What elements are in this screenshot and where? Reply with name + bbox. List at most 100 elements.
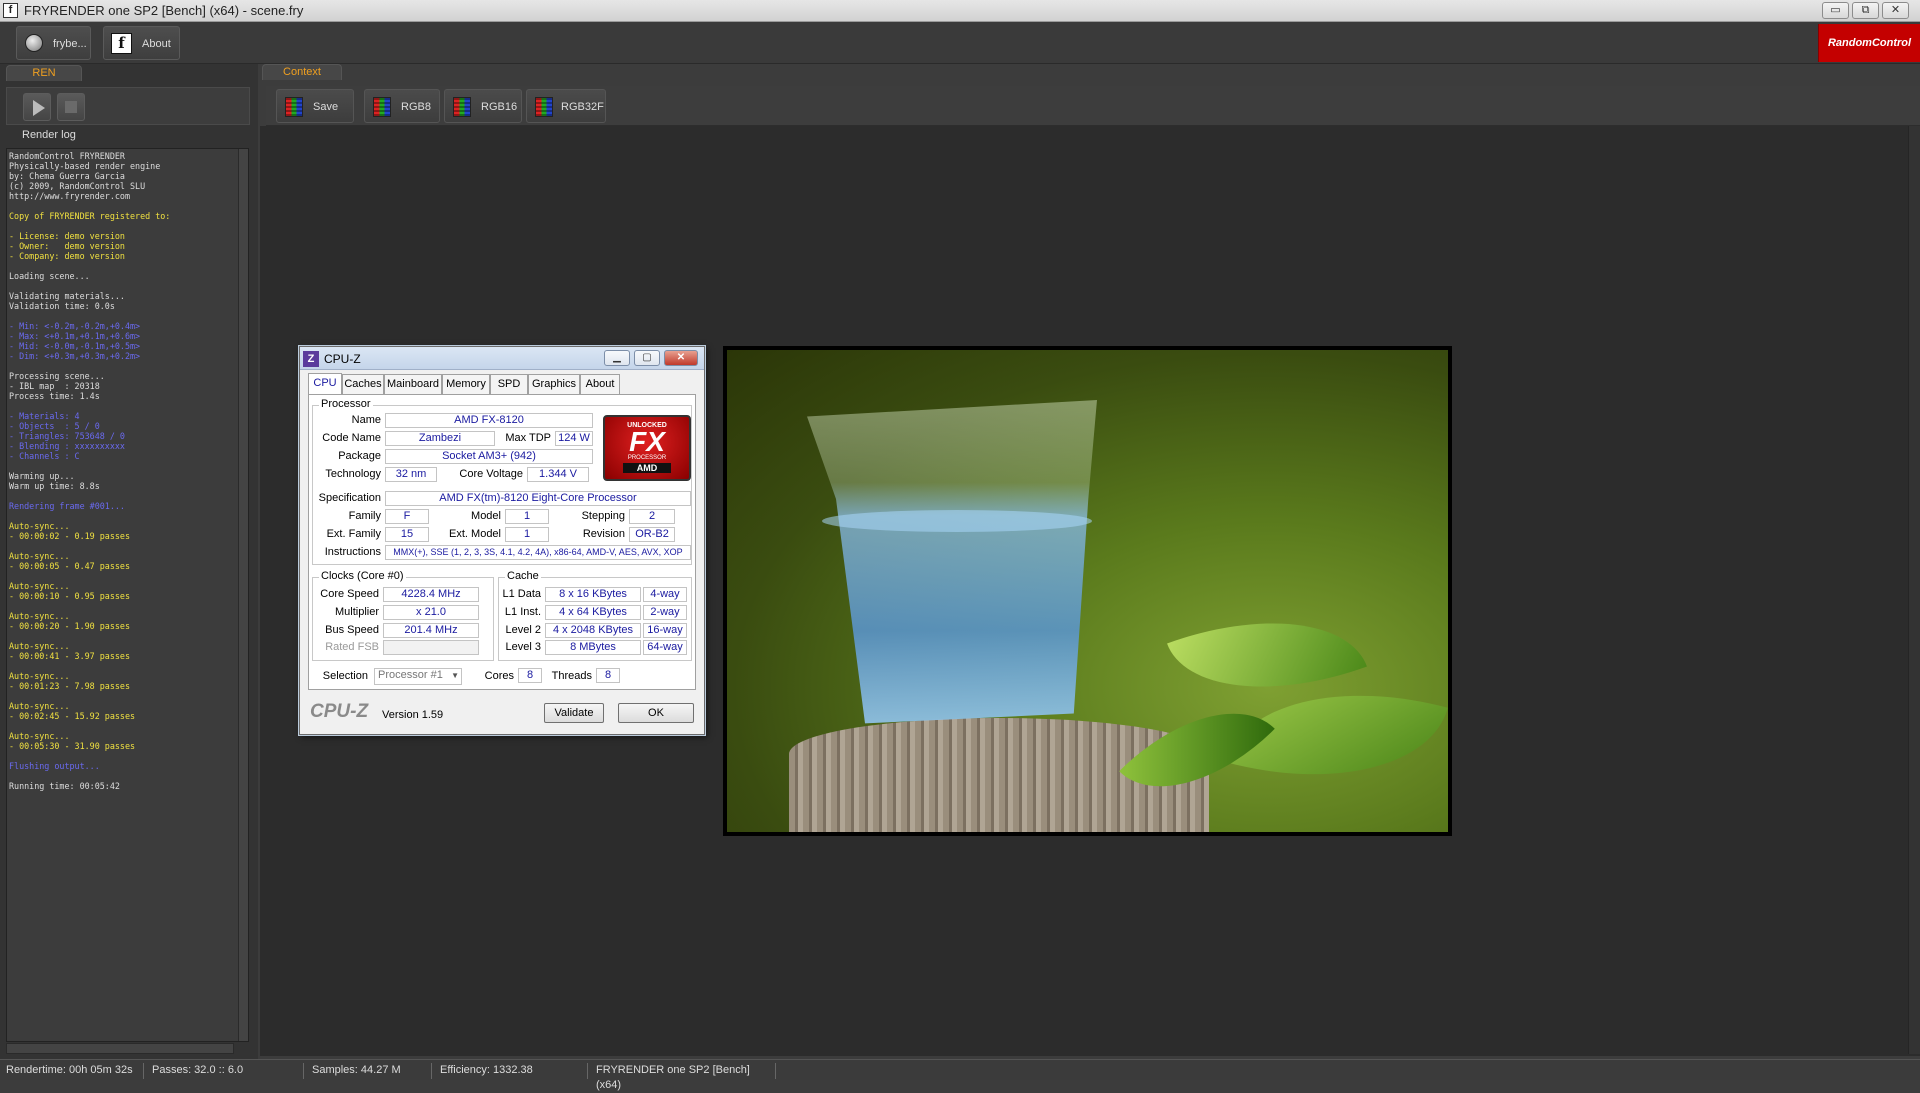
cpuz-version: Version 1.59 [382, 709, 444, 721]
log-line: Processing scene... [9, 371, 105, 381]
render-log[interactable]: RandomControl FRYRENDER Physically-based … [6, 148, 249, 1042]
cpuz-title-bar[interactable]: Z CPU-Z ▁ ▢ ✕ [300, 347, 704, 370]
tab-graphics[interactable]: Graphics [528, 374, 580, 394]
processor-group: Processor Name AMD FX-8120 Code Name Zam… [312, 398, 692, 565]
cpuz-window[interactable]: Z CPU-Z ▁ ▢ ✕ CPU Caches Mainboard Memor… [299, 346, 705, 735]
window-title: FRYRENDER one SP2 [Bench] (x64) - scene.… [24, 3, 304, 18]
app-icon: f [3, 3, 18, 18]
tab-spd[interactable]: SPD [490, 374, 528, 394]
log-line: - Owner: demo version [9, 241, 125, 251]
tab-cpu[interactable]: CPU [308, 373, 342, 395]
context-toolbar: Save RGB8 RGB16 RGB32F [266, 86, 1920, 126]
extfamily-value: 15 [385, 527, 429, 542]
l1data-way: 4-way [643, 587, 687, 602]
cpuz-minimize-button[interactable]: ▁ [604, 350, 630, 366]
log-line: Validating materials... [9, 291, 125, 301]
stepping-label: Stepping [581, 510, 625, 522]
log-line: by: Chema Guerra Garcia [9, 171, 125, 181]
name-value: AMD FX-8120 [385, 413, 593, 428]
tab-ren[interactable]: REN [6, 65, 82, 81]
stop-button[interactable] [57, 93, 85, 121]
cpu-tab-panel: Processor Name AMD FX-8120 Code Name Zam… [308, 394, 696, 690]
instructions-label: Instructions [324, 546, 381, 558]
cores-value: 8 [518, 668, 542, 683]
rgb16-button-label: RGB16 [481, 101, 518, 113]
water-surface [822, 510, 1092, 532]
save-button[interactable]: Save [276, 89, 354, 123]
maxtdp-value: 124 W [555, 431, 593, 446]
status-product: FRYRENDER one SP2 [Bench] (x64) [590, 1063, 776, 1091]
status-passes: Passes: 32.0 :: 6.0 [146, 1063, 304, 1079]
maxtdp-label: Max TDP [505, 432, 551, 444]
restore-button[interactable]: ⧉ [1852, 2, 1879, 19]
about-button[interactable]: f About [103, 26, 180, 60]
rgb32f-button[interactable]: RGB32F [526, 89, 606, 123]
tab-context[interactable]: Context [262, 64, 342, 80]
log-line: RandomControl FRYRENDER [9, 151, 125, 161]
log-line: - Dim: <+0.3m,+0.3m,+0.2m> [9, 351, 141, 361]
log-line: - Blending : xxxxxxxxxx [9, 441, 125, 451]
l3-way: 64-way [643, 640, 687, 655]
chevron-down-icon: ▼ [451, 671, 459, 680]
l2-label: Level 2 [505, 624, 541, 636]
logo-fx-text: FX [629, 426, 665, 457]
corespeed-label: Core Speed [320, 588, 379, 600]
log-line: Auto-sync... [9, 731, 70, 741]
rgb32f-button-label: RGB32F [561, 101, 604, 113]
extmodel-value: 1 [505, 527, 549, 542]
logo-brand-text: AMD [623, 463, 671, 473]
cpuz-close-button[interactable]: ✕ [664, 350, 698, 366]
package-label: Package [338, 450, 381, 462]
threads-label: Threads [551, 670, 592, 682]
family-value: F [385, 509, 429, 524]
viewport-scrollbar[interactable] [1908, 126, 1920, 1054]
tab-caches[interactable]: Caches [342, 374, 384, 394]
log-line: Rendering frame #001... [9, 501, 125, 511]
status-rendertime: Rendertime: 00h 05m 32s [0, 1063, 144, 1079]
tab-mainboard[interactable]: Mainboard [384, 374, 442, 394]
rgb16-button[interactable]: RGB16 [444, 89, 522, 123]
log-line: - Objects : 5 / 0 [9, 421, 100, 431]
log-line: Process time: 1.4s [9, 391, 100, 401]
fryrender-logo-icon: f [111, 33, 132, 54]
play-button[interactable] [23, 93, 51, 121]
rgb8-button[interactable]: RGB8 [364, 89, 440, 123]
cpuz-brand: CPU-Z [310, 701, 369, 722]
l1inst-value: 4 x 64 KBytes [545, 605, 641, 620]
minimize-button[interactable]: ▭ [1822, 2, 1849, 19]
log-line: Physically-based render engine [9, 161, 161, 171]
cpuz-maximize-button[interactable]: ▢ [634, 350, 660, 366]
processor-select[interactable]: Processor #1 ▼ [374, 668, 462, 685]
log-line: - 00:00:41 - 3.97 passes [9, 651, 131, 661]
image-icon [535, 97, 553, 117]
image-icon [285, 97, 303, 117]
tab-memory[interactable]: Memory [442, 374, 490, 394]
glass [807, 400, 1097, 724]
ratedfsb-label: Rated FSB [325, 641, 379, 653]
validate-button[interactable]: Validate [544, 703, 604, 723]
ok-button[interactable]: OK [618, 703, 694, 723]
close-button[interactable]: ✕ [1882, 2, 1909, 19]
log-line: Running time: 00:05:42 [9, 781, 120, 791]
log-line: - 00:05:30 - 31.90 passes [9, 741, 136, 751]
user-button[interactable]: frybe... [16, 26, 91, 60]
log-horizontal-scrollbar[interactable] [6, 1043, 234, 1054]
model-label: Model [471, 510, 501, 522]
busspeed-label: Bus Speed [325, 624, 379, 636]
main-toolbar: frybe... f About [0, 22, 1920, 64]
log-line: - 00:00:05 - 0.47 passes [9, 561, 131, 571]
threads-value: 8 [596, 668, 620, 683]
image-icon [373, 97, 391, 117]
log-line: Auto-sync... [9, 581, 70, 591]
log-line: Auto-sync... [9, 701, 70, 711]
cache-group-title: Cache [505, 570, 541, 582]
tab-about[interactable]: About [580, 374, 620, 394]
l1data-label: L1 Data [502, 588, 541, 600]
log-scrollbar[interactable] [238, 149, 248, 1041]
